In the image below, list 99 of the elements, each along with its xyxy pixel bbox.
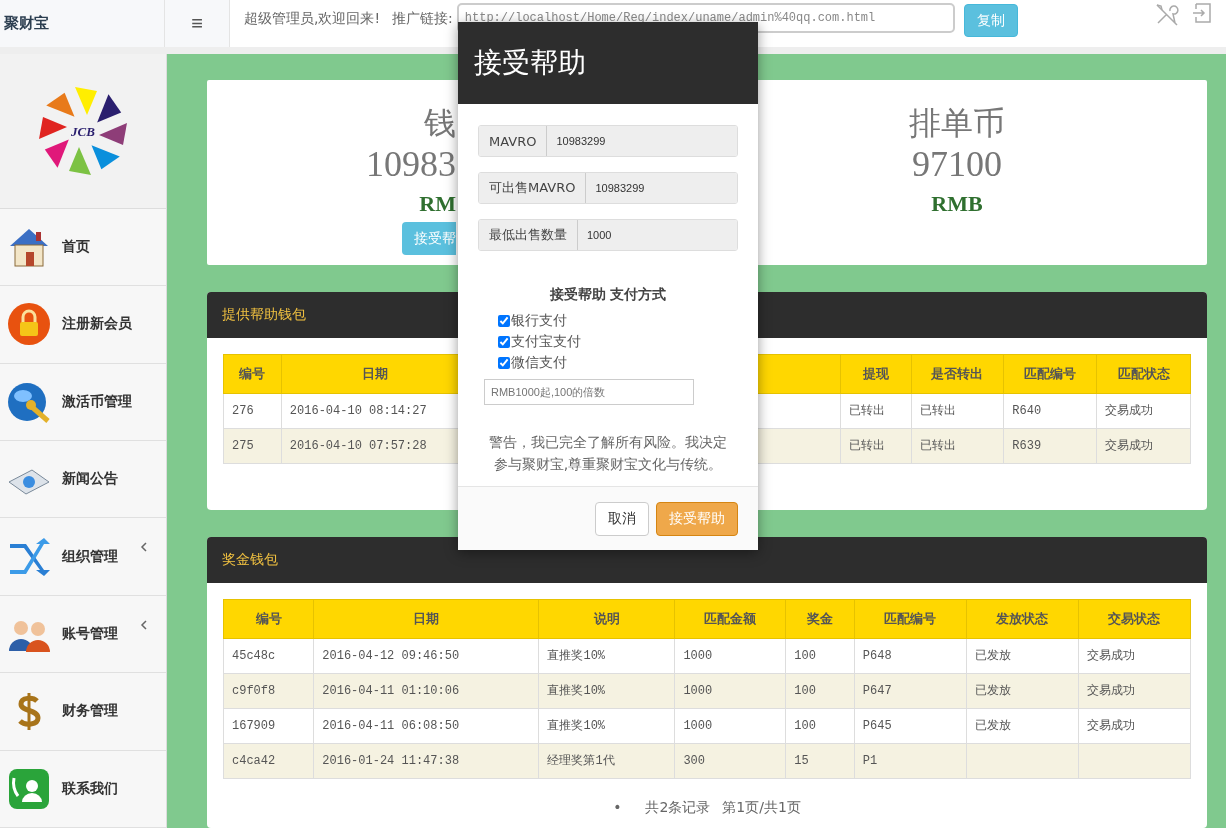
table-cell: 276 bbox=[223, 393, 282, 429]
table-cell: 已发放 bbox=[966, 673, 1079, 709]
column-header: 发放状态 bbox=[966, 599, 1079, 639]
sidebar-item[interactable]: 账号管理 bbox=[0, 595, 166, 674]
panel-title: 奖金钱包 bbox=[207, 536, 1207, 583]
table-cell: 100 bbox=[785, 708, 855, 744]
column-header: 说明 bbox=[538, 599, 675, 639]
column-header: 匹配金额 bbox=[674, 599, 786, 639]
brand-name: 聚财宝 bbox=[0, 0, 165, 47]
table-cell: 2016-04-11 01:10:06 bbox=[313, 673, 539, 709]
checkbox-label[interactable]: 银行支付 bbox=[511, 311, 567, 330]
column-header: 匹配编号 bbox=[1003, 354, 1097, 394]
table-cell: 300 bbox=[674, 743, 786, 779]
table-cell: R640 bbox=[1003, 393, 1097, 429]
column-header: 是否转出 bbox=[911, 354, 1004, 394]
sidebar-item[interactable]: 注册新会员 bbox=[0, 286, 166, 364]
table-cell: 275 bbox=[223, 428, 282, 464]
column-header: 日期 bbox=[313, 599, 539, 639]
record-count: 共2条记录 bbox=[645, 798, 711, 817]
link-label: 推广链接: bbox=[392, 10, 453, 28]
wallet-amount: 10983 bbox=[366, 143, 456, 186]
table-cell: P648 bbox=[854, 638, 967, 674]
sidebar-item[interactable]: 激活币管理 bbox=[0, 363, 166, 441]
table-cell: 已转出 bbox=[911, 393, 1004, 429]
table-cell: 已转出 bbox=[840, 428, 912, 464]
sidebar-label: 联系我们 bbox=[62, 779, 118, 798]
sidebar-label: 组织管理 bbox=[62, 547, 118, 566]
sidebar-item[interactable]: 首页 bbox=[0, 208, 166, 287]
queue-coin-amount: 97100 bbox=[912, 143, 1002, 186]
input-group[interactable]: MAVRO 10983299 bbox=[478, 125, 738, 157]
settings-tools-icon[interactable] bbox=[1154, 2, 1180, 28]
column-header: 提现 bbox=[840, 354, 912, 394]
table-cell: 直推奖10% bbox=[538, 638, 675, 674]
welcome-text: 超级管理员,欢迎回来! bbox=[244, 10, 381, 28]
table-cell: P645 bbox=[854, 708, 967, 744]
column-header: 匹配编号 bbox=[854, 599, 967, 639]
table-cell: 直推奖10% bbox=[538, 673, 675, 709]
checkbox[interactable] bbox=[498, 335, 510, 348]
table-cell: 100 bbox=[785, 673, 855, 709]
table-cell: 经理奖第1代 bbox=[538, 743, 675, 779]
wallet-unit: RM bbox=[419, 190, 456, 218]
queue-coin-title: 排单币 bbox=[909, 104, 1005, 142]
sidebar-label: 首页 bbox=[62, 238, 90, 256]
table-cell: 已转出 bbox=[911, 428, 1004, 464]
table-cell: 交易成功 bbox=[1078, 708, 1191, 744]
table-cell: 交易成功 bbox=[1096, 428, 1191, 464]
logo-text: JCB bbox=[71, 123, 95, 139]
input-group[interactable]: 最低出售数量 1000 bbox=[478, 219, 738, 251]
sidebar-item[interactable]: 组织管理 bbox=[0, 518, 166, 596]
table-cell: c4ca42 bbox=[223, 743, 314, 779]
input-group[interactable]: 可出售MAVRO 10983299 bbox=[478, 172, 738, 204]
table-cell: 已发放 bbox=[966, 638, 1079, 674]
table-cell: 2016-04-11 06:08:50 bbox=[313, 708, 539, 744]
sidebar-item[interactable]: 新闻公告 bbox=[0, 441, 166, 519]
sidebar-label: 账号管理 bbox=[62, 625, 118, 643]
modal-title: 接受帮助 bbox=[458, 22, 758, 104]
table-cell: 45c48c bbox=[223, 638, 314, 674]
page-info: 第1页/共1页 bbox=[722, 798, 801, 817]
column-header: 编号 bbox=[223, 354, 282, 394]
table-cell: 1000 bbox=[674, 708, 786, 744]
table-cell: 2016-04-12 09:46:50 bbox=[313, 638, 539, 674]
table-cell: P1 bbox=[854, 743, 967, 779]
checkbox-label[interactable]: 微信支付 bbox=[511, 353, 567, 372]
cancel-button[interactable]: 取消 bbox=[595, 501, 649, 536]
lock-icon bbox=[6, 301, 52, 348]
table-cell: 1000 bbox=[674, 673, 786, 709]
column-header: 交易状态 bbox=[1078, 599, 1191, 639]
amount-field[interactable]: RMB1000起,100的倍数 bbox=[484, 379, 694, 405]
sidebar-label: 激活币管理 bbox=[62, 392, 132, 411]
sidebar-label: 财务管理 bbox=[62, 702, 118, 721]
sidebar-item[interactable]: 财务管理 bbox=[0, 673, 166, 751]
warning-text: 警告，我已完全了解所有风险。我决定参与聚财宝,尊重聚财宝文化与传统。 bbox=[488, 433, 728, 474]
sidebar-item[interactable]: 联系我们 bbox=[0, 750, 166, 828]
column-header: 奖金 bbox=[785, 599, 855, 639]
column-header: 匹配状态 bbox=[1096, 354, 1191, 394]
queue-coin-unit: RMB bbox=[931, 190, 983, 218]
table-cell: 交易成功 bbox=[1096, 393, 1191, 429]
table-cell: 167909 bbox=[223, 708, 314, 744]
column-header: 编号 bbox=[223, 599, 314, 639]
sidebar-label: 新闻公告 bbox=[62, 470, 118, 489]
table-cell: c9f0f8 bbox=[223, 673, 314, 709]
wallet-title: 钱 bbox=[424, 104, 456, 142]
table-cell: 已发放 bbox=[966, 708, 1079, 744]
logout-icon[interactable] bbox=[1192, 2, 1212, 24]
table-cell: 2016-01-24 11:47:38 bbox=[313, 743, 539, 779]
sidebar-label: 注册新会员 bbox=[62, 315, 132, 334]
table-cell: 100 bbox=[785, 638, 855, 674]
table-cell: 已转出 bbox=[840, 393, 912, 429]
table-cell: R639 bbox=[1003, 428, 1097, 464]
checkbox[interactable] bbox=[498, 314, 510, 327]
checkbox[interactable] bbox=[498, 356, 510, 369]
table-cell: 交易成功 bbox=[1078, 673, 1191, 709]
bullet-text: • bbox=[613, 798, 622, 817]
table-cell: 15 bbox=[785, 743, 855, 779]
table-cell: 交易成功 bbox=[1078, 638, 1191, 674]
table-cell: 直推奖10% bbox=[538, 708, 675, 744]
table-cell: P647 bbox=[854, 673, 967, 709]
table-cell: 1000 bbox=[674, 638, 786, 674]
menu-button[interactable]: ≡ bbox=[165, 0, 230, 47]
